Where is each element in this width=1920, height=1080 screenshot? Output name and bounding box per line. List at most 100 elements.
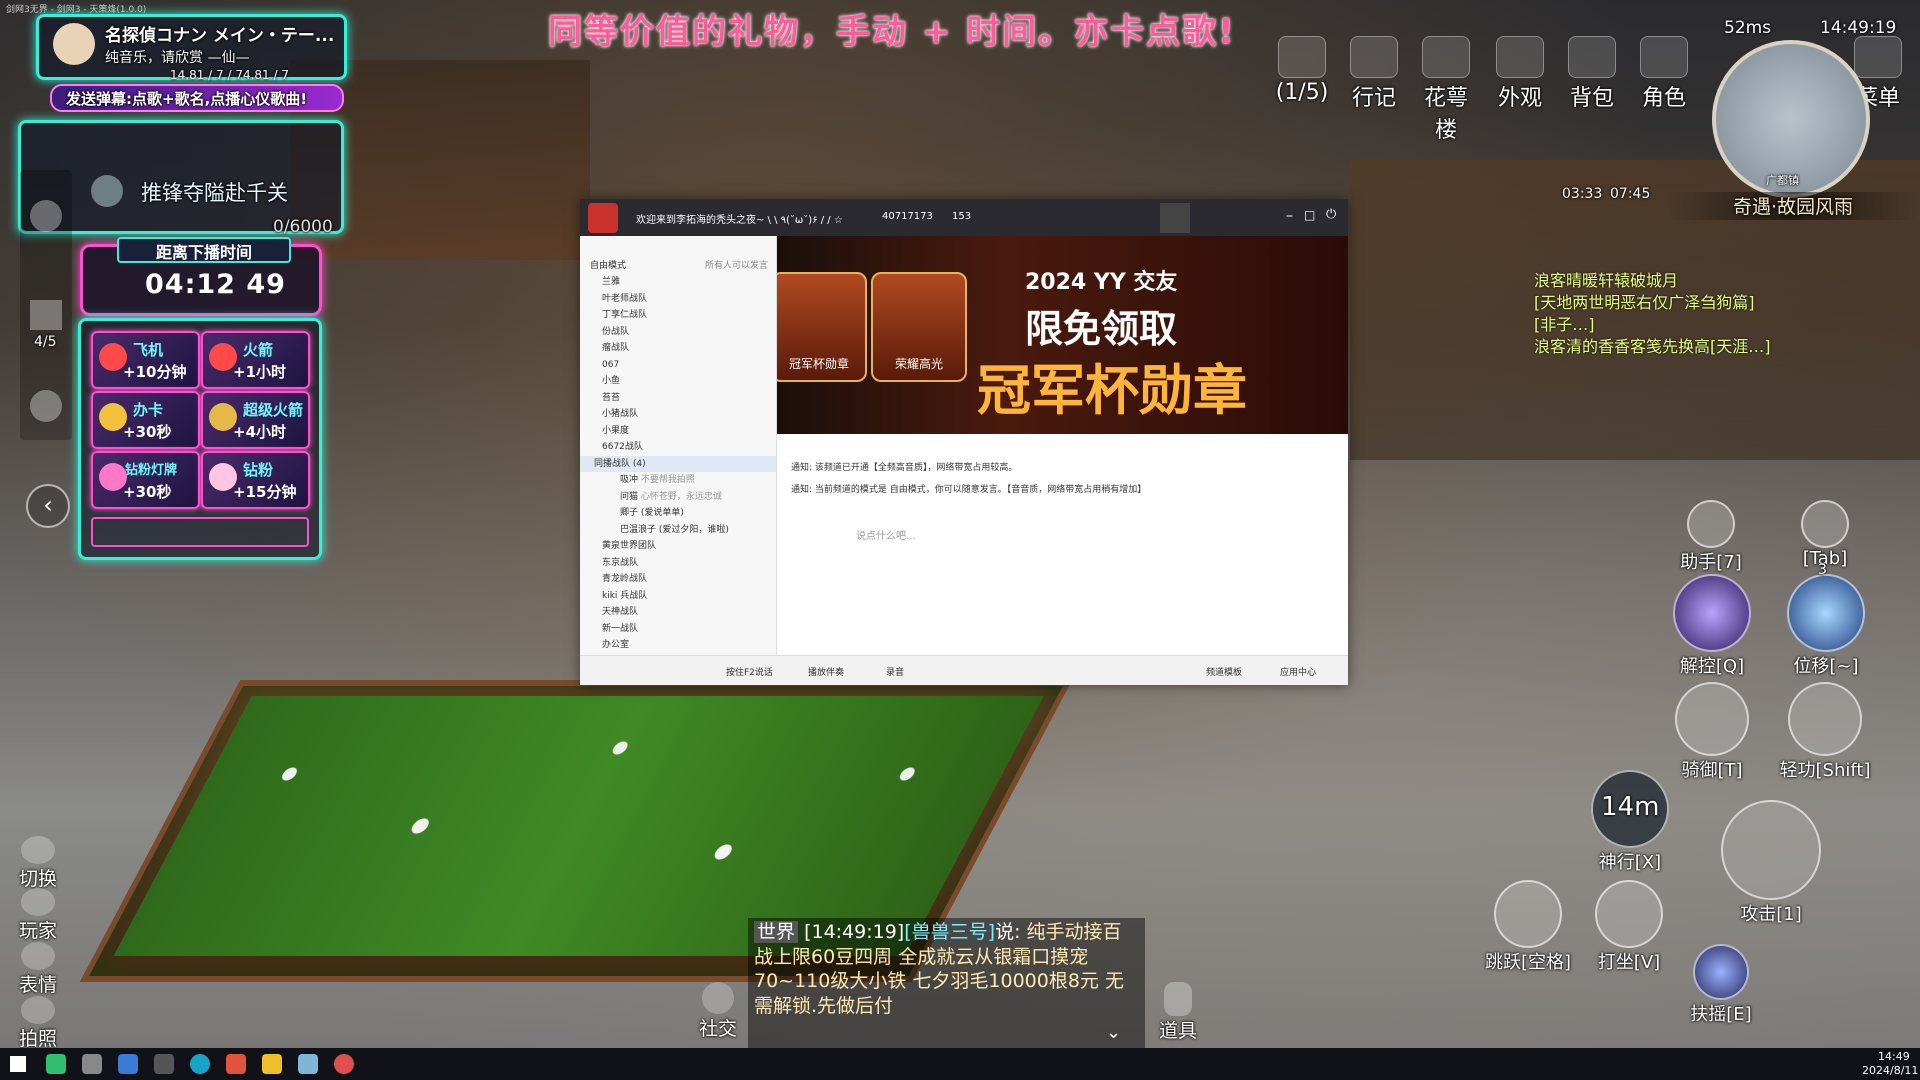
fuyao-skill[interactable]: 扶摇[E] [1676, 944, 1766, 1026]
taskbar-app-icon[interactable] [118, 1054, 138, 1074]
medal-champion: 冠军杯勋章 [777, 272, 867, 382]
member-row[interactable]: 吸冲 不要帮我拍照 [580, 472, 776, 489]
minimap[interactable]: 广都镇 [1712, 40, 1870, 198]
chat-speaker[interactable]: [兽兽三号] [904, 921, 995, 943]
taskbar-app-icon[interactable] [226, 1054, 246, 1074]
quest-progress: 0/6000 [273, 217, 333, 237]
dash-icon [1787, 574, 1865, 652]
channel-item[interactable]: 小猪战队 [580, 406, 776, 423]
crossed-swords-icon[interactable] [30, 390, 62, 422]
switch-button[interactable]: 切换 [16, 836, 60, 891]
horse-icon [1675, 682, 1749, 756]
tab-skill[interactable]: [Tab] [1782, 500, 1868, 569]
flower-tower-button[interactable]: 花萼楼 [1414, 36, 1478, 144]
character-button[interactable]: 角色 [1632, 36, 1696, 112]
emote-button[interactable]: 表情 [16, 942, 60, 997]
jump-skill[interactable]: 跳跃[空格] [1476, 880, 1580, 974]
qinggong-skill[interactable]: 轻功[Shift] [1770, 682, 1880, 782]
social-button[interactable]: 社交 [694, 982, 742, 1041]
template-button[interactable]: 频道模板 [1206, 665, 1242, 678]
home-icon[interactable] [1160, 203, 1190, 233]
channel-item[interactable]: 新一战队 [580, 621, 776, 638]
items-button[interactable]: 道具 [1154, 982, 1202, 1043]
member-row[interactable]: 问猫 心怀苍野，永远忠诚 [580, 489, 776, 506]
skill-label: 神行[X] [1598, 852, 1662, 873]
minimize-button[interactable]: – [1286, 208, 1293, 224]
channel-item[interactable]: 叶老师战队 [580, 291, 776, 308]
channel-item[interactable]: 6672战队 [580, 439, 776, 456]
channel-item[interactable]: 黄泉世界团队 [580, 538, 776, 555]
record-button[interactable]: 录音 [886, 665, 904, 678]
promo-banner[interactable]: 冠军杯勋章 荣耀高光 2024 YY 交友 限免领取 冠军杯勋章 [777, 236, 1348, 434]
vase-icon [1164, 982, 1192, 1016]
channel-item[interactable]: 份战队 [580, 324, 776, 341]
player-button[interactable]: 玩家 [16, 888, 60, 943]
channel-item[interactable]: 瘤战队 [580, 340, 776, 357]
close-button[interactable]: ⏻ [1326, 207, 1336, 222]
member-row[interactable]: 巴温浪子 (爱过夕阳，谁啦) [580, 522, 776, 539]
channel-item[interactable]: 小果度 [580, 423, 776, 440]
channel-item[interactable]: 苔苔 [580, 390, 776, 407]
photo-button[interactable]: 拍照 [16, 996, 60, 1051]
push-to-talk-button[interactable]: 按住F2说话 [726, 665, 773, 678]
channel-item[interactable]: 兰雅 [580, 274, 776, 291]
appearance-button[interactable]: 外观 [1488, 36, 1552, 112]
member-row[interactable]: 卿子 (爱说单单) [580, 505, 776, 522]
channel-item[interactable]: 办公室 [580, 637, 776, 654]
travel-distance: 14m [1601, 792, 1660, 822]
channel-item[interactable]: kiki 兵战队 [580, 588, 776, 605]
notice-2: 通知: 当前频道的模式是 自由模式，你可以随意发言。【音音质，网络带宽占用稍有增… [791, 485, 1147, 495]
gift-time: +10分钟 [123, 363, 187, 381]
social-icon [702, 982, 734, 1014]
channel-item[interactable]: 天神战队 [580, 604, 776, 621]
channel-item[interactable]: 丁享仁战队 [580, 307, 776, 324]
collapse-arrow-button[interactable]: ‹ [26, 484, 70, 528]
meditate-skill[interactable]: 打坐[V] [1584, 880, 1674, 974]
taskbar-app-icon[interactable] [46, 1054, 66, 1074]
skill-label: 攻击[1] [1740, 904, 1802, 925]
bag-icon [1568, 36, 1616, 78]
edge-icon[interactable] [190, 1054, 210, 1074]
quest-label[interactable]: 推锋夺隘赴千关 [141, 177, 288, 207]
taskbar-app-icon[interactable] [154, 1054, 174, 1074]
channel-item[interactable]: 东京战队 [580, 555, 776, 572]
encounter-button[interactable]: (1/5) [1270, 36, 1334, 105]
banner-line1: 限免领取 [1025, 307, 1178, 351]
taskbar-app-icon[interactable] [262, 1054, 282, 1074]
mode-select[interactable]: 自由模式 [590, 261, 626, 271]
channel-item[interactable]: 067 [580, 357, 776, 374]
system-chat-line: 浪客晴暖轩辕破城月 [1534, 271, 1679, 290]
assistant-skill[interactable]: 助手[7] [1668, 500, 1754, 574]
ride-skill[interactable]: 骑御[T] [1664, 682, 1760, 782]
chat-expand-icon[interactable]: ⌄ [1106, 1022, 1121, 1043]
yy-logo [588, 203, 618, 233]
dash-skill[interactable]: 位移[~] [1778, 574, 1874, 678]
taskbar-app-icon[interactable] [82, 1054, 102, 1074]
gift-time: +30秒 [123, 423, 172, 441]
start-button[interactable] [10, 1056, 26, 1072]
medal-label: 荣耀高光 [894, 357, 943, 371]
taskbar-app-icon[interactable] [298, 1054, 318, 1074]
attack-skill[interactable]: 攻击[1] [1716, 800, 1826, 926]
channel-item[interactable]: 青龙岭战队 [580, 571, 776, 588]
yy-window: 欢迎来到李拓海的秃头之夜~ \ \ ٩(˘ω˘)۶ / / ☆ 40717173… [580, 199, 1348, 685]
flag-icon[interactable] [30, 300, 62, 330]
break-control-skill[interactable]: 解控[Q] [1664, 574, 1760, 678]
taskbar-app-icon[interactable] [334, 1054, 354, 1074]
message-input[interactable]: 说点什么吧... [856, 527, 916, 542]
gift-time: +4小时 [233, 423, 287, 441]
gift-time: +30秒 [123, 483, 172, 501]
maximize-button[interactable]: □ [1304, 208, 1315, 222]
world-chat[interactable]: 世界 [14:49:19][兽兽三号]说: 纯手动接百战上限60豆四周 全成就云… [748, 918, 1145, 1048]
knife-icon[interactable] [30, 200, 62, 232]
music-button[interactable]: 播放伴奏 [808, 665, 844, 678]
channel-item-active[interactable]: 同播战队 (4) [580, 455, 776, 472]
channel-item[interactable]: 小鱼 [580, 373, 776, 390]
member-name: 吸冲 [620, 475, 639, 485]
social-label: 社交 [698, 1018, 737, 1040]
bag-button[interactable]: 背包 [1560, 36, 1624, 112]
app-center-button[interactable]: 应用中心 [1280, 665, 1316, 678]
streamer-sub: 纯音乐，请欣赏 —仙— [105, 50, 250, 66]
journal-button[interactable]: 行记 [1342, 36, 1406, 112]
travel-skill[interactable]: 14m 神行[X] [1582, 770, 1678, 874]
